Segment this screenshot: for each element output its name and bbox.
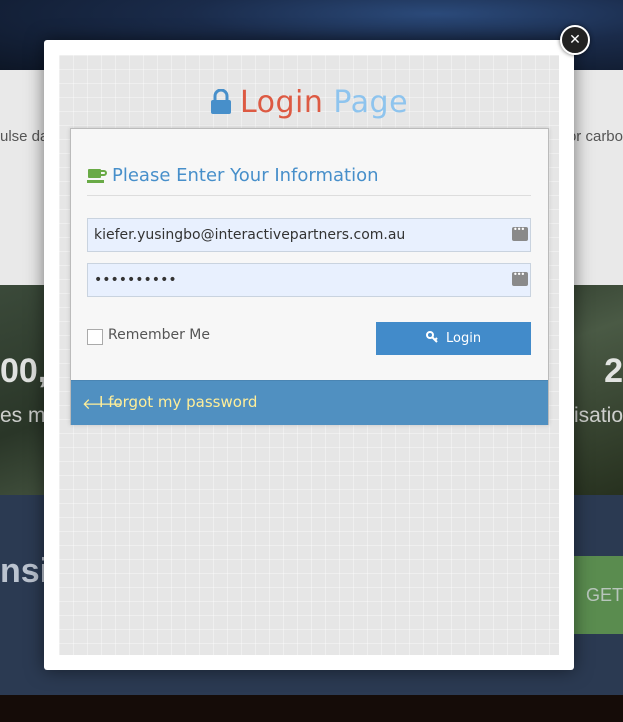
background-paragraph-right: or carbo	[567, 128, 623, 145]
close-icon[interactable]: ✕	[560, 25, 590, 55]
keyboard-icon	[512, 270, 528, 286]
lock-icon	[210, 88, 232, 123]
email-input[interactable]	[88, 219, 504, 251]
remember-me-label: Remember Me	[108, 327, 210, 343]
coffee-icon	[87, 168, 107, 188]
background-footer	[0, 695, 623, 722]
form-heading-text: Please Enter Your Information	[112, 165, 379, 186]
login-button-label: Login	[446, 331, 482, 346]
email-field[interactable]	[87, 218, 531, 252]
page-title: Login Page	[59, 85, 559, 123]
login-button[interactable]: Login	[376, 322, 531, 355]
password-input[interactable]	[88, 264, 504, 296]
form-heading: Please Enter Your Information	[87, 163, 531, 196]
background-stat-label-right: isatio	[573, 404, 623, 427]
password-field[interactable]	[87, 263, 531, 297]
background-stat-left: 00,	[0, 352, 48, 390]
background-heading-navy: nsi	[0, 552, 50, 590]
background-stat-right: 2	[604, 352, 623, 390]
forgot-password-bar[interactable]: 🡐 I forgot my password	[71, 380, 548, 425]
title-login-text: Login	[239, 85, 324, 120]
background-paragraph-left: ulse da	[0, 128, 49, 145]
login-card: Please Enter Your Information Remember M…	[70, 128, 549, 425]
key-icon	[425, 331, 446, 346]
remember-me-checkbox[interactable]	[87, 329, 103, 345]
login-modal: Login Page Please Enter Your Information	[44, 40, 574, 670]
title-page-text: Page	[333, 85, 409, 120]
login-modal-body: Login Page Please Enter Your Information	[59, 55, 559, 655]
forgot-password-link[interactable]: I forgot my password	[99, 393, 257, 411]
keyboard-icon	[512, 225, 528, 241]
